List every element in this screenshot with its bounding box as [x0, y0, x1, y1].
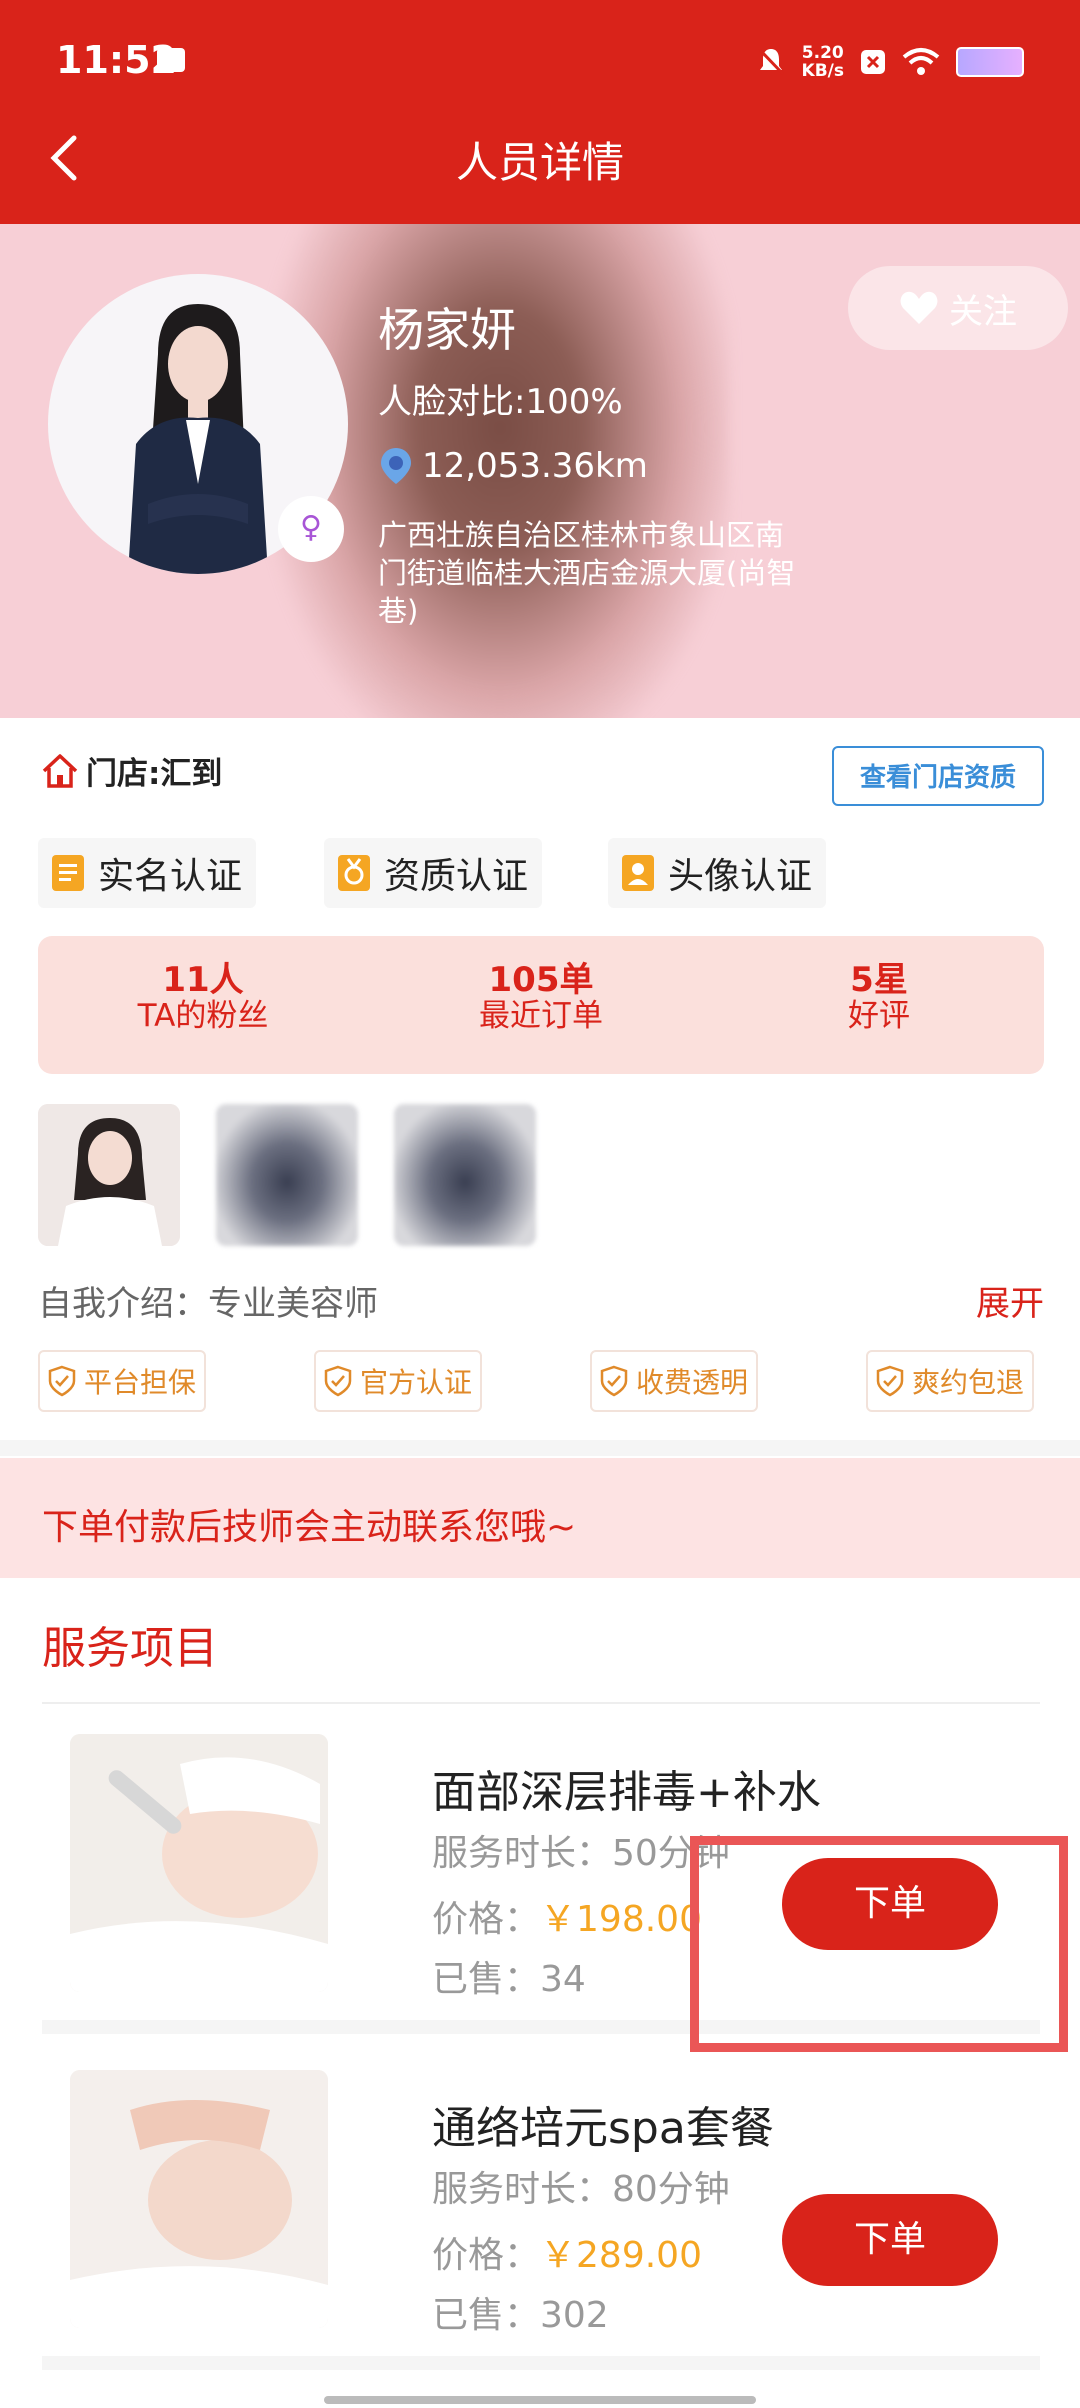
technician-photo: [38, 1104, 180, 1246]
network-speed-value: 5.20: [801, 43, 844, 63]
close-box-icon: [861, 50, 885, 74]
wifi-icon: [902, 48, 940, 75]
service-name: 通络培元spa套餐: [432, 2103, 774, 2154]
stat-orders: 105单 最近订单: [416, 962, 666, 1034]
guarantee-badge: 平台担保: [38, 1350, 207, 1412]
follow-label: 关注: [949, 291, 1017, 332]
stat-fans: 11人 TA的粉丝: [78, 962, 328, 1034]
service-image: [70, 1734, 328, 1992]
guarantee-label: 官方认证: [360, 1366, 473, 1399]
female-gender-icon: ♀: [278, 496, 344, 562]
self-introduction: 自我介绍：专业美容师: [38, 1284, 378, 1324]
service-duration: 服务时长：50分钟: [432, 1833, 730, 1874]
page-title: 人员详情: [455, 138, 624, 187]
notice-text: 下单付款后技师会主动联系您哦~: [42, 1507, 577, 1548]
status-indicators: 5.20 KB/s: [756, 42, 1024, 82]
highlight-box: [690, 1836, 1068, 2052]
stat-label: 好评: [848, 998, 910, 1034]
price-value: ￥198.00: [540, 1899, 702, 1940]
home-indicator[interactable]: [324, 2396, 756, 2404]
service-price: 价格：￥198.00: [432, 1890, 702, 1942]
service-separator: [42, 2356, 1040, 2370]
home-icon: [42, 753, 78, 788]
service-duration: 服务时长：80分钟: [432, 2169, 730, 2210]
status-bar: 11:52 5.20 KB/s: [0, 0, 1080, 120]
guarantee-label: 平台担保: [84, 1366, 197, 1399]
cert-qualification: 资质认证: [324, 838, 543, 908]
store-info: 门店:汇到: [40, 748, 222, 793]
follow-button[interactable]: 关注: [848, 266, 1068, 350]
price-label: 价格：: [432, 2235, 541, 2276]
spa-massage-photo: [70, 2070, 328, 2328]
expand-link[interactable]: 展开: [976, 1276, 1044, 1325]
section-divider: [0, 1440, 1080, 1456]
message-notification-icon: [157, 48, 185, 72]
facial-treatment-photo: [70, 1734, 328, 1992]
order-button[interactable]: 下单: [782, 2194, 998, 2286]
store-name: 门店:汇到: [86, 756, 223, 792]
guarantee-label: 收费透明: [636, 1366, 749, 1399]
face-match-rate: 人脸对比:100%: [378, 382, 623, 422]
service-price: 价格：￥289.00: [432, 2226, 702, 2278]
cert-label: 实名认证: [98, 856, 243, 897]
contact-notice-banner: 下单付款后技师会主动联系您哦~: [0, 1458, 1080, 1578]
user-portrait-icon: [622, 855, 654, 891]
gallery-photo-blurred[interactable]: [394, 1104, 536, 1246]
shield-check-icon: [324, 1365, 352, 1397]
stat-value: 5星: [850, 960, 908, 1000]
heart-icon: [900, 291, 938, 324]
gallery-photo[interactable]: [38, 1104, 180, 1246]
guarantee-label: 爽约包退: [912, 1366, 1025, 1399]
network-speed-unit: KB/s: [801, 61, 844, 81]
mute-bell-icon: [758, 48, 784, 76]
service-image: [70, 2070, 328, 2328]
service-sold-count: 已售：34: [432, 1959, 586, 2000]
guarantee-badge: 收费透明: [590, 1350, 759, 1412]
profile-hero: ♀ 杨家妍 人脸对比:100% 12,053.36km 广西壮族自治区桂林市象山…: [0, 224, 1080, 718]
stat-label: TA的粉丝: [137, 998, 269, 1034]
medal-icon: [338, 855, 370, 891]
services-title: 服务项目: [42, 1623, 218, 1674]
distance-row: 12,053.36km: [378, 446, 648, 486]
view-store-qualification-button[interactable]: 查看门店资质: [832, 746, 1044, 806]
service-item[interactable]: 通络培元spa套餐 服务时长：80分钟 价格：￥289.00 已售：302 下单: [0, 2040, 1080, 2340]
address-text: 广西壮族自治区桂林市象山区南门街道临桂大酒店金源大厦(尚智巷): [378, 518, 796, 628]
stats-panel: 11人 TA的粉丝 105单 最近订单 5星 好评: [38, 936, 1044, 1074]
price-value: ￥289.00: [540, 2235, 702, 2276]
technician-portrait: [128, 304, 268, 574]
stat-label: 最近订单: [479, 998, 603, 1034]
distance-value: 12,053.36km: [422, 446, 648, 486]
service-sold-count: 已售：302: [432, 2295, 609, 2336]
network-speed: 5.20 KB/s: [802, 44, 844, 80]
stat-value: 105单: [488, 960, 594, 1000]
shield-check-icon: [48, 1365, 76, 1397]
technician-name: 杨家妍: [378, 303, 516, 357]
guarantee-badge: 爽约包退: [866, 1350, 1035, 1412]
shield-check-icon: [600, 1365, 628, 1397]
shield-check-icon: [876, 1365, 904, 1397]
cert-label: 资质认证: [384, 856, 529, 897]
stat-value: 11人: [162, 960, 244, 1000]
app-header: 11:52 5.20 KB/s 人员详情: [0, 0, 1080, 224]
price-label: 价格：: [432, 1899, 541, 1940]
certification-badges: 实名认证 资质认证 头像认证: [0, 838, 1080, 908]
gallery-photo-blurred[interactable]: [216, 1104, 358, 1246]
service-name: 面部深层排毒+补水: [432, 1767, 821, 1818]
cert-real-name: 实名认证: [38, 838, 257, 908]
id-card-icon: [52, 855, 84, 891]
stat-rating: 5星 好评: [754, 962, 1004, 1034]
battery-icon: [956, 47, 1024, 77]
cert-label: 头像认证: [668, 856, 813, 897]
guarantee-badge: 官方认证: [314, 1350, 483, 1412]
cert-avatar: 头像认证: [608, 838, 827, 908]
location-pin-icon: [381, 448, 411, 484]
